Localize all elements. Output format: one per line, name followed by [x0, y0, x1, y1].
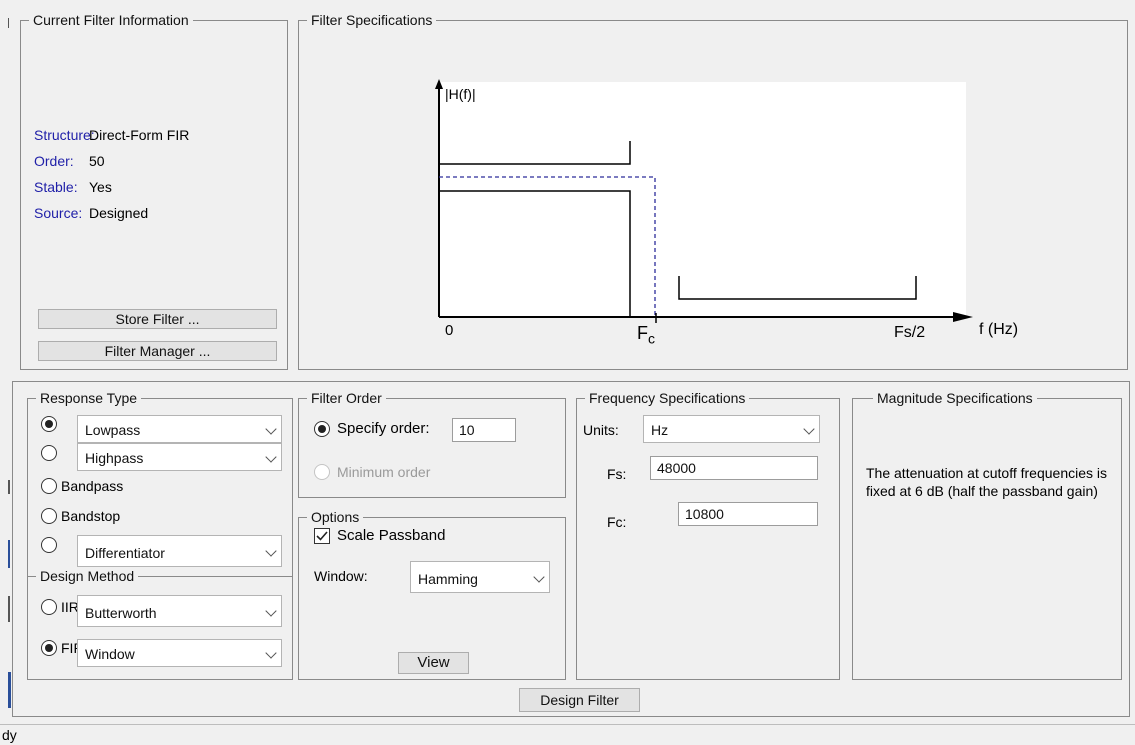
highpass-select[interactable]: Highpass: [77, 443, 282, 471]
units-select[interactable]: Hz: [643, 415, 820, 443]
frequency-specs-title: Frequency Specifications: [585, 389, 750, 407]
chevron-down-icon: [265, 451, 277, 463]
fc-input[interactable]: 10800: [678, 502, 818, 526]
filter-manager-button[interactable]: Filter Manager ...: [38, 341, 277, 361]
stable-value: Yes: [89, 179, 112, 195]
status-bar: dy: [0, 724, 1135, 744]
units-label: Units:: [583, 422, 619, 438]
design-filter-button[interactable]: Design Filter: [519, 688, 640, 712]
fir-type-select[interactable]: Window: [77, 639, 282, 667]
specify-order-radio[interactable]: [314, 421, 330, 437]
design-method-panel: Design Method IIR Butterworth FIR Window: [27, 567, 293, 680]
tick-fs2: Fs/2: [894, 324, 926, 341]
store-filter-button[interactable]: Store Filter ...: [38, 309, 277, 329]
highpass-radio[interactable]: [41, 445, 57, 461]
window-select[interactable]: Hamming: [410, 561, 550, 593]
magnitude-specs-title: Magnitude Specifications: [873, 389, 1037, 407]
chevron-down-icon: [533, 571, 545, 583]
scale-passband-label: Scale Passband: [337, 527, 446, 544]
fs-label: Fs:: [607, 466, 627, 482]
tick-fc-main: F: [637, 323, 648, 343]
tick-fc-sub: c: [648, 330, 655, 347]
current-filter-panel: Current Filter Information Structure: Di…: [20, 11, 288, 370]
lowpass-select-label: Lowpass: [85, 422, 141, 438]
chevron-down-icon: [265, 605, 277, 617]
y-axis-label: |H(f)|: [445, 86, 476, 102]
order-key: Order:: [34, 153, 74, 169]
check-icon: [316, 531, 328, 541]
differentiator-radio[interactable]: [41, 537, 57, 553]
chevron-down-icon: [265, 545, 277, 557]
bandstop-radio[interactable]: [41, 508, 57, 524]
bandstop-label: Bandstop: [61, 508, 121, 524]
highpass-select-label: Highpass: [85, 450, 144, 466]
fir-type-label: Window: [85, 646, 135, 662]
filter-spec-diagram: [435, 79, 973, 323]
fir-radio[interactable]: [41, 640, 57, 656]
differentiator-select[interactable]: Differentiator: [77, 535, 282, 567]
filter-order-title: Filter Order: [307, 389, 386, 407]
source-key: Source:: [34, 205, 83, 221]
chevron-down-icon: [265, 647, 277, 659]
differentiator-select-label: Differentiator: [85, 545, 165, 561]
options-title: Options: [307, 508, 364, 526]
order-value: 50: [89, 153, 105, 169]
design-method-title: Design Method: [36, 567, 139, 585]
window-select-label: Hamming: [418, 571, 478, 587]
fs-input[interactable]: 48000: [650, 456, 818, 480]
structure-key: Structure:: [34, 127, 95, 143]
minimum-order-radio[interactable]: [314, 464, 330, 480]
fc-label: Fc:: [607, 514, 627, 530]
filter-specs-panel: Filter Specifications |H(f)| 0 Fc Fs/2 f…: [298, 11, 1128, 370]
minimum-order-label: Minimum order: [337, 464, 431, 480]
filter-order-panel: Filter Order Specify order: 10 Minimum o…: [298, 389, 566, 498]
chevron-down-icon: [265, 423, 277, 435]
source-value: Designed: [89, 205, 149, 221]
structure-value: Direct-Form FIR: [89, 127, 190, 143]
window-label: Window:: [314, 568, 368, 584]
response-type-title: Response Type: [36, 389, 142, 407]
frequency-specs-panel: Frequency Specifications Units: Hz Fs: 4…: [576, 389, 840, 680]
status-text: dy: [2, 727, 17, 743]
current-filter-title: Current Filter Information: [29, 11, 193, 29]
bandpass-radio[interactable]: [41, 478, 57, 494]
lowpass-select[interactable]: Lowpass: [77, 415, 282, 443]
x-axis-label: f (Hz): [979, 321, 1019, 338]
view-button[interactable]: View: [398, 652, 469, 674]
lowpass-radio[interactable]: [41, 416, 57, 432]
iir-radio[interactable]: [41, 599, 57, 615]
scale-passband-checkbox[interactable]: [314, 528, 330, 544]
order-input[interactable]: 10: [452, 418, 516, 442]
magnitude-specs-panel: Magnitude Specifications The attenuation…: [852, 389, 1122, 680]
chevron-down-icon: [803, 423, 815, 435]
iir-type-select[interactable]: Butterworth: [77, 595, 282, 627]
iir-type-label: Butterworth: [85, 605, 157, 621]
tick-fc: Fc: [637, 324, 655, 348]
bandpass-label: Bandpass: [61, 478, 124, 494]
stable-key: Stable:: [34, 179, 78, 195]
magnitude-note: The attenuation at cutoff frequencies is…: [866, 465, 1108, 499]
tick-zero: 0: [445, 322, 454, 339]
specify-order-label: Specify order:: [337, 420, 430, 437]
options-panel: Options Scale Passband Window: Hamming V…: [298, 508, 566, 680]
units-select-label: Hz: [651, 422, 669, 438]
